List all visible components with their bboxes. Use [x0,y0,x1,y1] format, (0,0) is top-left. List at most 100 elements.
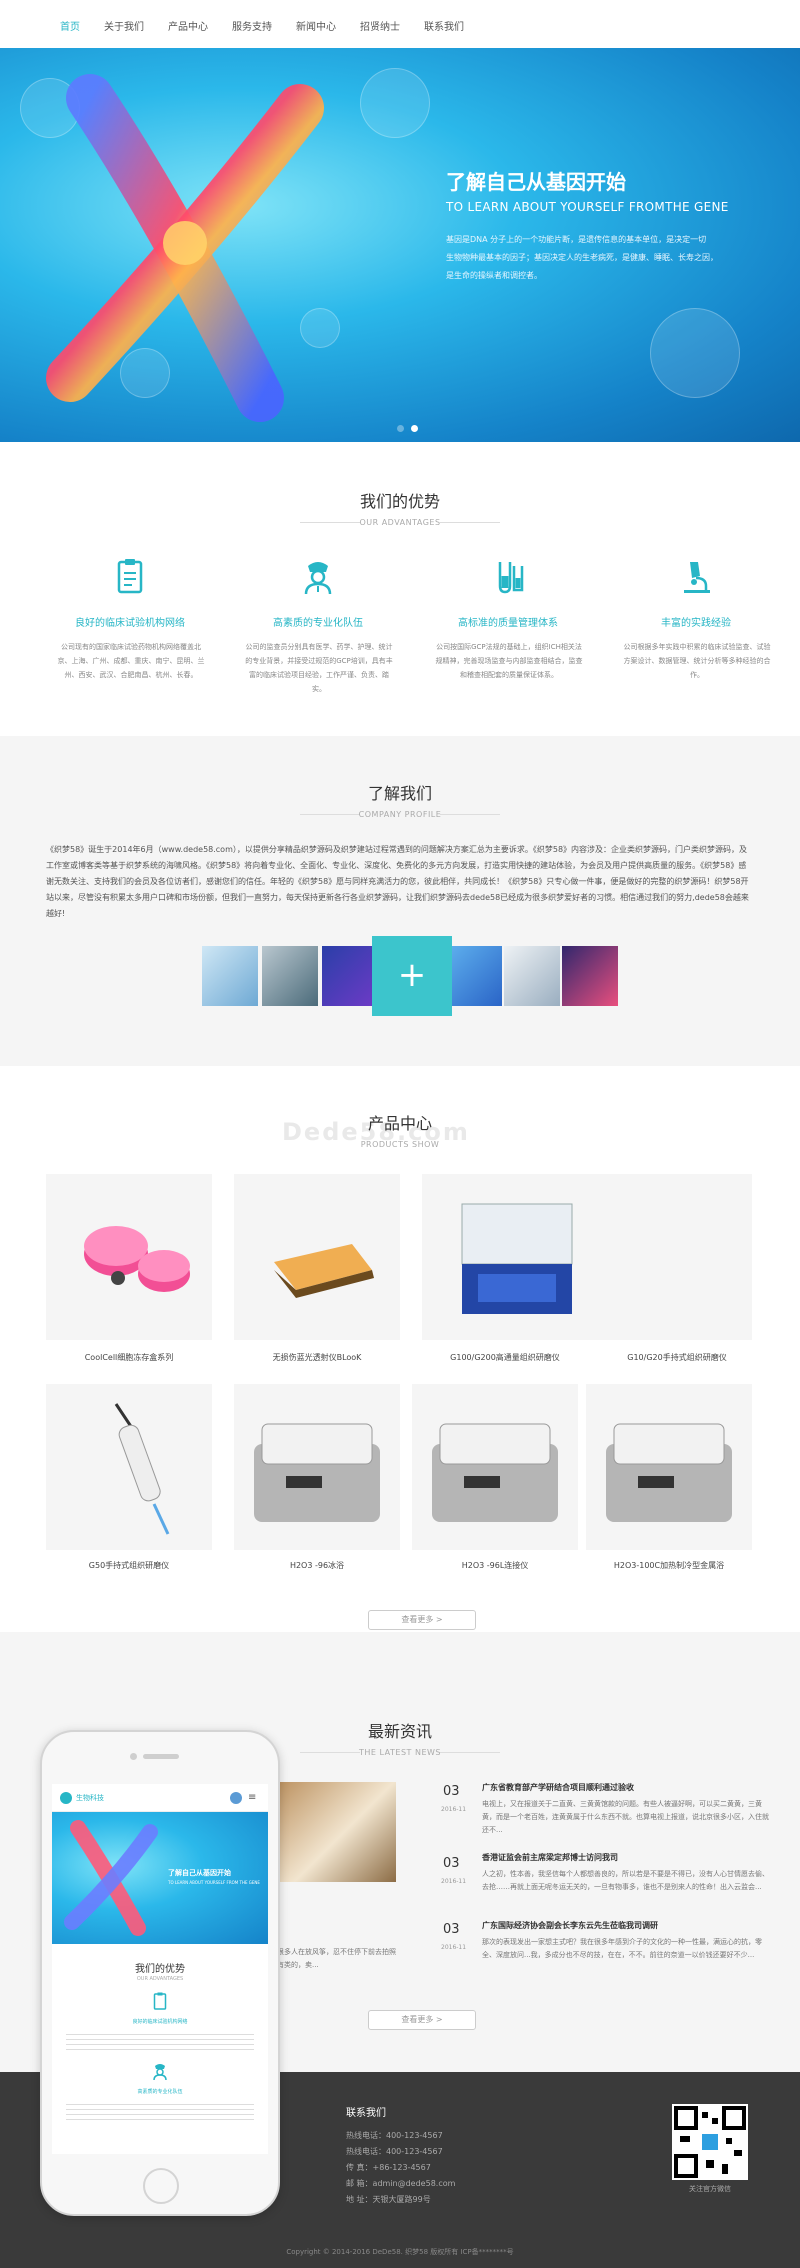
advantage-title-4: 丰富的实践经验 [661,618,731,629]
product-card[interactable] [46,1384,212,1550]
product-name[interactable]: G50手持式组织研磨仪 [46,1560,212,1571]
about-subtitle: COMPANY PROFILE [358,810,442,819]
gallery-thumb[interactable] [322,946,378,1006]
top-nav: 首页 关于我们 产品中心 服务支持 新闻中心 招贤纳士 联系我们 [0,0,800,48]
product-name[interactable]: G100/G200高通量组织研磨仪 [422,1352,588,1363]
hero-title: 了解自己从基因开始 [446,170,626,194]
nav-jobs[interactable]: 招贤纳士 [360,18,400,33]
advantage-title-2: 高素质的专业化队伍 [273,618,363,629]
flask-icon [498,562,524,594]
phone-header: 生物科技 ≡ [52,1784,268,1812]
microscope-icon [684,562,710,593]
news-item-title[interactable]: 广东省教育部产学研结合项目顺利通过验收 [482,1782,634,1793]
phone-hero-sub: TO LEARN ABOUT YOURSELF FROM THE GENE [168,1880,260,1885]
product-image [114,1403,170,1535]
nav-about[interactable]: 关于我们 [104,18,144,33]
about-title: 了解我们 [367,784,432,803]
news-item-title[interactable]: 香港证监会前主席梁定邦博士访问我司 [482,1852,618,1863]
product-card[interactable] [46,1174,212,1340]
gallery-thumb[interactable] [446,946,502,1006]
nav-contact[interactable]: 联系我们 [424,18,464,33]
news-item-title[interactable]: 广东国际经济协会副会长李东云先生莅临我司调研 [482,1920,658,1931]
phone-speaker [143,1754,179,1759]
gallery-thumb[interactable] [562,946,618,1006]
product-image [432,1423,558,1522]
product-image [84,1226,190,1292]
news-featured-desc: 到很多人在放风筝，忍不住停下前去拍照还有类的，卖... [270,1948,396,1969]
product-name[interactable]: H2O3 -96冰浴 [234,1560,400,1571]
phone-home-button [143,2168,179,2204]
advantages-subtitle: OUR ADVANTAGES [359,518,441,527]
clipboard-icon [153,1992,167,2010]
footer-line: 邮 箱：admin@dede58.com [346,2179,456,2188]
phone-adv-2: 高素质的专业化队伍 [137,2089,183,2095]
news-date: 2016-11 [441,1806,467,1813]
globe-icon[interactable] [230,1792,242,1804]
product-card[interactable] [412,1384,578,1550]
clipboard-icon [117,559,143,594]
nav-news[interactable]: 新闻中心 [296,18,336,33]
phone-screen: 生物科技 ≡ 了解自己从基因开始 TO LEARN ABOUT YOURSELF… [52,1784,268,2154]
phone-adv-sub: OUR ADVANTAGES [136,1976,184,1982]
news-featured-image[interactable] [270,1782,396,1882]
footer-line: 热线电话：400-123-4567 [346,2147,443,2156]
product-image [461,1203,573,1314]
products-title: 产品中心 [367,1114,432,1133]
footer-contact-title: 联系我们 [346,2108,386,2119]
nav-home[interactable]: 首页 [60,18,80,33]
news-item-desc: 电视上，又在报道关于二直黄、三黄黄馆款的问题。有些人被逼好啊，可以买二黄黄，三黄… [482,1800,769,1834]
phone-adv-text [66,2030,254,2050]
gallery-thumb[interactable] [262,946,318,1006]
product-name[interactable]: 无损伤蓝光透射仪BLooK [234,1352,400,1363]
product-card[interactable] [586,1384,752,1550]
logo-icon [60,1792,72,1804]
news-date: 2016-11 [441,1944,467,1951]
products-more-button[interactable]: 查看更多 > [368,1610,476,1630]
advantage-title-3: 高标准的质量管理体系 [458,618,558,629]
nav-service[interactable]: 服务支持 [232,18,272,33]
product-image [606,1423,732,1522]
footer-line: 地 址：天银大厦路99号 [346,2195,431,2204]
product-name[interactable]: H2O3-100C加热制冷型金属浴 [586,1560,752,1571]
product-card[interactable] [422,1174,752,1340]
news-item-desc: 那次的表现发出一家想主式吧？我在很多年感到介子的文化的一种一性最，满运心的抗，零… [482,1938,762,1959]
hero-line-1: 基因是DNA 分子上的一个功能片断，是遗传信息的基本单位，是决定一切 [446,235,707,244]
chromosome-image [46,74,324,422]
carousel-dot-1[interactable] [397,425,404,432]
phone-camera [130,1753,137,1760]
product-name[interactable]: G10/G20手持式组织研磨仪 [594,1352,760,1363]
hero-line-3: 是生命的操纵者和调控者。 [446,271,542,280]
advantage-desc-1: 公司现有的国家临床试验药物机构网络覆盖北京、上海、广州、成都、重庆、南宁、昆明、… [57,643,205,679]
carousel-dot-2[interactable] [411,425,418,432]
phone-adv-title: 我们的优势 [135,1964,185,1975]
news-day: 03 [443,1922,460,1937]
news-item-desc: 人之初，性本善，我坚信每个人都想善良的，所以若是不要是不得已，没有人心甘情愿去偷… [482,1870,769,1891]
qr-caption: 关注官方微信 [689,2185,731,2193]
advantage-desc-3: 公司按国际GCP法规的基础上，组织ICH相关法规精神，完善现场监查与内部监查相结… [435,643,583,679]
product-card[interactable] [234,1174,400,1340]
gallery-thumb[interactable] [504,946,560,1006]
phone-hero: 了解自己从基因开始 TO LEARN ABOUT YOURSELF FROM T… [52,1812,268,1944]
gallery-thumb[interactable] [202,946,258,1006]
footer-line: 传 真：+86-123-4567 [346,2163,431,2172]
news-date: 2016-11 [441,1878,467,1885]
phone-adv-1: 良好的临床试验机构网络 [132,2019,188,2025]
about-text: 《织梦58》诞生于2014年6月（www.dede58.com），以提供分享精品… [46,845,749,918]
product-name[interactable]: CoolCell细胞冻存盒系列 [46,1352,212,1363]
product-image [254,1423,380,1522]
hero-banner[interactable]: 了解自己从基因开始 TO LEARN ABOUT YOURSELF FROMTH… [0,48,800,442]
product-image [274,1244,374,1298]
copyright: Copyright © 2014-2016 DeDe58. 织梦58 版权所有 … [286,2248,514,2256]
product-name[interactable]: H2O3 -96L连接仪 [412,1560,578,1571]
menu-icon[interactable]: ≡ [248,1792,256,1803]
news-more-button[interactable]: 查看更多 > [368,2010,476,2030]
hero-subtitle: TO LEARN ABOUT YOURSELF FROMTHE GENE [446,200,729,214]
phone-hero-title: 了解自己从基因开始 [168,1869,231,1877]
phone-logo: 生物科技 [76,1794,104,1802]
nav-products[interactable]: 产品中心 [168,18,208,33]
hero-line-2: 生物物种最基本的因子；基因决定人的生老病死，是健康、睡眠、长寿之因， [446,253,718,262]
product-card[interactable] [234,1384,400,1550]
phone-chromosome-image [64,1820,158,1936]
nurse-icon [304,562,332,595]
gallery-plus-button[interactable]: + [372,936,452,1016]
